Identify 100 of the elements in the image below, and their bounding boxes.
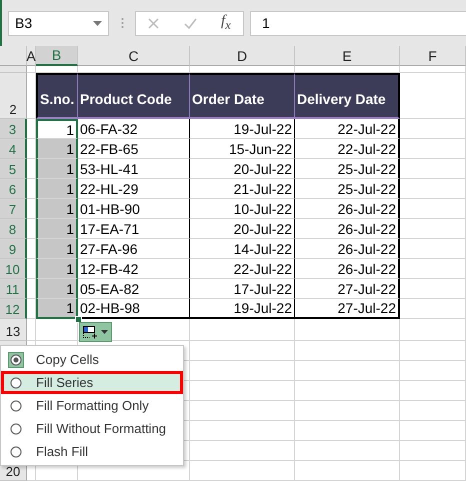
- table-cell: 1: [36, 179, 78, 199]
- row-header[interactable]: 10: [0, 259, 27, 279]
- empty-cell: [400, 199, 466, 219]
- empty-cell: [27, 319, 36, 341]
- radio-button[interactable]: [8, 444, 24, 460]
- table-cell: 10-Jul-22: [190, 199, 295, 219]
- table-cell: 19-Jul-22: [190, 299, 295, 319]
- row-header[interactable]: 11: [0, 279, 27, 299]
- table-cell: 26-Jul-22: [295, 239, 400, 259]
- row-header[interactable]: 2: [0, 73, 27, 119]
- table-cell: 53-HL-41: [78, 159, 190, 179]
- empty-cell: [400, 381, 466, 401]
- menu-item[interactable]: Fill Formatting Only: [1, 394, 183, 417]
- empty-cell: [400, 219, 466, 239]
- caret-icon: [101, 330, 108, 334]
- table-cell: 1: [36, 259, 78, 279]
- table-cell: 19-Jul-22: [190, 119, 295, 139]
- column-header[interactable]: F: [400, 46, 466, 66]
- table-cell: 22-HL-29: [78, 179, 190, 199]
- table-cell: 22-Jul-22: [295, 119, 400, 139]
- column-header[interactable]: A: [27, 46, 36, 66]
- table-cell: 1: [36, 159, 78, 179]
- row-header[interactable]: 12: [0, 299, 27, 319]
- table-cell: 27-Jul-22: [295, 279, 400, 299]
- empty-cell: [400, 361, 466, 381]
- radio-button[interactable]: [8, 374, 24, 390]
- row-header[interactable]: 9: [0, 239, 27, 259]
- row-header[interactable]: 3: [0, 119, 27, 139]
- check-icon[interactable]: [184, 18, 197, 28]
- grip-icon: [120, 17, 124, 29]
- table-cell: 26-Jul-22: [295, 259, 400, 279]
- row-header[interactable]: 8: [0, 219, 27, 239]
- table-cell: 12-FB-42: [78, 259, 190, 279]
- table-cell: 1: [36, 279, 78, 299]
- table-cell: 27-Jul-22: [295, 299, 400, 319]
- radio-button[interactable]: [8, 420, 24, 436]
- table-cell: 01-HB-90: [78, 199, 190, 219]
- table-cell: 17-EA-71: [78, 219, 190, 239]
- table-cell: 14-Jul-22: [190, 239, 295, 259]
- table-cell: 22-Jul-22: [295, 139, 400, 159]
- table-cell: 1: [36, 119, 78, 139]
- menu-item[interactable]: Fill Without Formatting: [1, 417, 183, 440]
- radio-button[interactable]: [8, 352, 24, 368]
- table-cell: 1: [36, 199, 78, 219]
- row-header[interactable]: 7: [0, 199, 27, 219]
- table-cell: 27-FA-96: [78, 239, 190, 259]
- menu-item[interactable]: Flash Fill: [1, 440, 183, 463]
- insert-function-button[interactable]: f$_{x}$: [221, 13, 231, 33]
- fill-options-icon: [83, 326, 98, 338]
- table-cell: 1: [36, 139, 78, 159]
- empty-cell: [400, 279, 466, 299]
- table-cell: 1: [36, 299, 78, 319]
- fill-handle[interactable]: [75, 316, 82, 323]
- empty-cell: [400, 341, 466, 361]
- column-heading: S.no.: [36, 73, 78, 119]
- name-box[interactable]: B3: [8, 10, 109, 36]
- table-cell: 26-Jul-22: [295, 219, 400, 239]
- empty-cell: [400, 461, 466, 481]
- empty-cell: [400, 259, 466, 279]
- radio-button[interactable]: [8, 398, 24, 414]
- dropdown-icon[interactable]: [93, 20, 102, 26]
- table-cell: 21-Jul-22: [190, 179, 295, 199]
- table-cell: 1: [36, 219, 78, 239]
- column-heading: Order Date: [190, 73, 295, 119]
- empty-cell: [400, 179, 466, 199]
- menu-item[interactable]: Copy Cells: [1, 348, 183, 371]
- row-header[interactable]: 6: [0, 179, 27, 199]
- table-cell: 15-Jun-22: [190, 139, 295, 159]
- empty-cell: [400, 139, 466, 159]
- table-cell: 22-Jul-22: [190, 259, 295, 279]
- table-cell: 1: [36, 239, 78, 259]
- column-header[interactable]: B: [36, 46, 78, 66]
- table-cell: 25-Jul-22: [295, 159, 400, 179]
- formula-field[interactable]: 1: [250, 10, 466, 36]
- table-cell: 26-Jul-22: [295, 199, 400, 219]
- column-header[interactable]: E: [295, 46, 400, 66]
- empty-cell: [400, 299, 466, 319]
- row-header[interactable]: 5: [0, 159, 27, 179]
- empty-cell: [400, 159, 466, 179]
- column-header[interactable]: C: [78, 46, 190, 66]
- empty-cell: [400, 401, 466, 421]
- table-cell: 06-FA-32: [78, 119, 190, 139]
- empty-cell: [400, 441, 466, 461]
- empty-cell: [400, 319, 466, 341]
- empty-cell: [400, 421, 466, 441]
- empty-cell: [400, 239, 466, 259]
- table-cell: 20-Jul-22: [190, 219, 295, 239]
- row-header[interactable]: 13: [0, 319, 27, 341]
- row-header[interactable]: 4: [0, 139, 27, 159]
- column-header[interactable]: D: [190, 46, 295, 66]
- empty-cell: [400, 119, 466, 139]
- table-cell: 25-Jul-22: [295, 179, 400, 199]
- table-cell: 22-FB-65: [78, 139, 190, 159]
- column-heading: Delivery Date: [295, 73, 400, 119]
- menu-item[interactable]: Fill Series: [1, 371, 183, 394]
- table-cell: 17-Jul-22: [190, 279, 295, 299]
- column-heading: Product Code: [78, 73, 190, 119]
- auto-fill-options-button[interactable]: [79, 322, 112, 342]
- table-cell: 20-Jul-22: [190, 159, 295, 179]
- table-cell: 05-EA-82: [78, 279, 190, 299]
